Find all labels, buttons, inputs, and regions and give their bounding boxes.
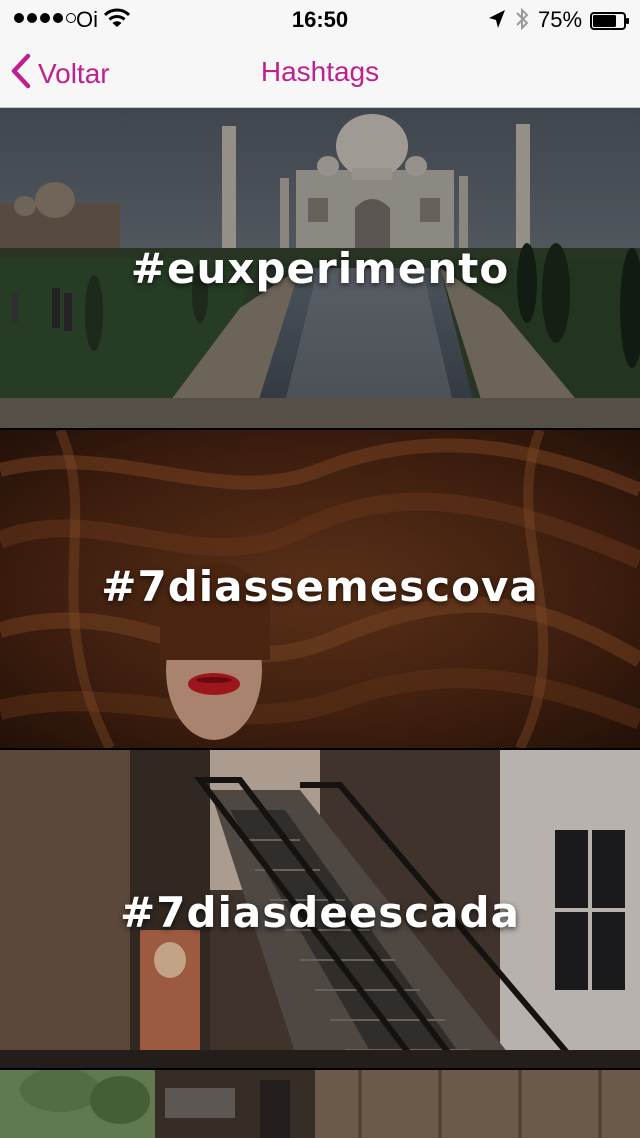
hashtag-card[interactable]: #euxperimento [0,108,640,428]
hashtag-card[interactable]: #7diassemescova [0,430,640,748]
hashtag-card[interactable]: #7diasdeescada [0,750,640,1068]
hashtag-card[interactable] [0,1070,640,1138]
farm-barn-photo [0,1070,640,1138]
battery-percentage: 75% [538,7,583,32]
bluetooth-icon [514,7,530,37]
navigation-bar: Voltar Hashtags [0,40,640,108]
hashtag-label: #7diasdeescada [120,888,520,937]
battery-icon [590,10,629,30]
page-title: Hashtags [260,56,380,87]
hashtag-label: #7diassemescova [101,562,539,611]
status-bar: Oi 16:50 75% [0,0,640,40]
location-arrow-icon [488,9,506,35]
hashtag-label: #euxperimento [130,244,510,293]
hashtags-screen: Oi 16:50 75% Voltar Hashtags #euxperimen… [0,0,640,1138]
hashtag-list[interactable]: #euxperimento #7diassemescova #7diasdees… [0,108,640,1138]
